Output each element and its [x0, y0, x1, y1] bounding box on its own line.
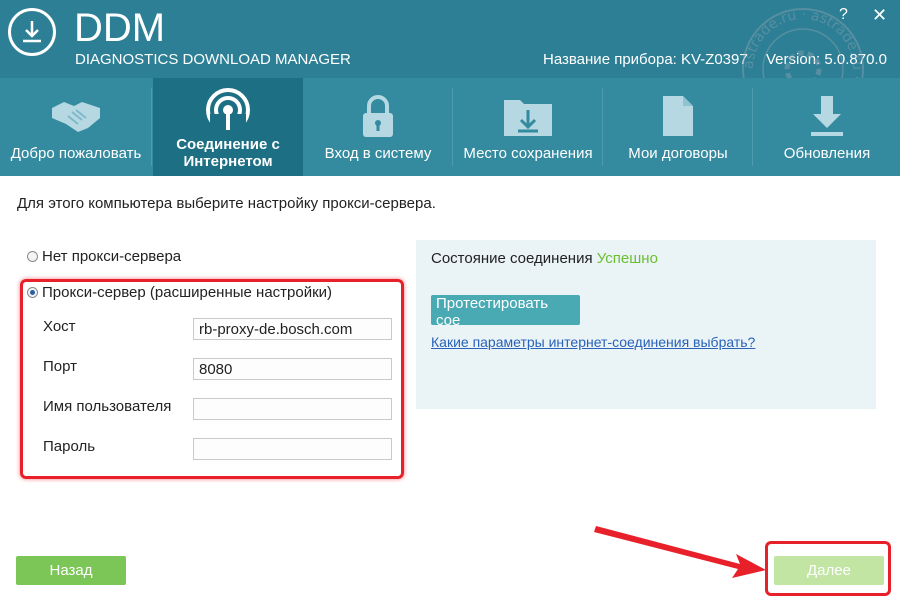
connection-status: Состояние соединения Успешно	[431, 250, 658, 267]
radio-proxy-advanced[interactable]: Прокси-сервер (расширенные настройки)	[27, 284, 332, 301]
port-label: Порт	[43, 358, 78, 375]
tab-welcome[interactable]: Добро пожаловать	[0, 78, 152, 176]
back-button[interactable]: Назад	[16, 556, 126, 585]
folder-download-icon	[504, 100, 552, 136]
radio-button[interactable]	[27, 251, 38, 262]
tab-internet-connection[interactable]: Соединение с Интернетом	[153, 78, 303, 176]
device-name: Название прибора: KV-Z0397	[543, 51, 748, 68]
app-title: DDM	[74, 6, 166, 50]
tab-label: Добро пожаловать	[10, 145, 142, 162]
connection-help-link[interactable]: Какие параметры интернет-соединения выбр…	[431, 334, 755, 350]
status-value: Успешно	[596, 250, 658, 267]
password-input[interactable]	[193, 438, 392, 460]
tab-label: Обновления	[783, 145, 871, 162]
wireless-signal-icon	[206, 88, 250, 134]
tab-label-line1: Соединение с	[176, 136, 280, 153]
radio-button-selected[interactable]	[27, 287, 38, 298]
radio-label: Нет прокси-сервера	[42, 248, 182, 265]
username-label: Имя пользователя	[43, 398, 172, 415]
status-label: Состояние соединения	[431, 250, 593, 267]
instruction-text: Для этого компьютера выберите настройку …	[17, 195, 436, 212]
host-input[interactable]	[193, 318, 392, 340]
username-input[interactable]	[193, 398, 392, 420]
next-button[interactable]: Далее	[774, 556, 884, 585]
close-button[interactable]: ✕	[872, 5, 887, 25]
radio-no-proxy[interactable]: Нет прокси-сервера	[27, 248, 181, 265]
tab-label: Вход в систему	[324, 145, 432, 162]
tab-label: Мои договоры	[628, 145, 728, 162]
host-label: Хост	[43, 318, 76, 335]
tab-login[interactable]: Вход в систему	[303, 78, 453, 176]
tab-label: Соединение с Интернетом	[153, 136, 303, 170]
tab-save-location[interactable]: Место сохранения	[453, 78, 603, 176]
app-logo	[8, 8, 56, 56]
annotation-arrow-icon	[594, 526, 766, 578]
handshake-icon	[52, 102, 100, 132]
document-icon	[663, 96, 693, 136]
lock-icon	[363, 95, 393, 137]
wizard-tabs: Добро пожаловать Соединение с Интернетом	[0, 78, 900, 176]
tab-label-line2: Интернетом	[183, 153, 273, 170]
tab-updates[interactable]: Обновления	[754, 78, 900, 176]
app-subtitle: DIAGNOSTICS DOWNLOAD MANAGER	[75, 51, 351, 68]
download-icon	[23, 21, 41, 43]
test-connection-button[interactable]: Протестировать сое	[431, 295, 580, 329]
password-label: Пароль	[43, 438, 96, 455]
tab-my-contracts[interactable]: Мои договоры	[603, 78, 753, 176]
radio-label: Прокси-сервер (расширенные настройки)	[42, 284, 333, 301]
port-input[interactable]	[193, 358, 392, 380]
download-update-icon	[811, 96, 843, 136]
tab-label: Место сохранения	[463, 145, 593, 162]
